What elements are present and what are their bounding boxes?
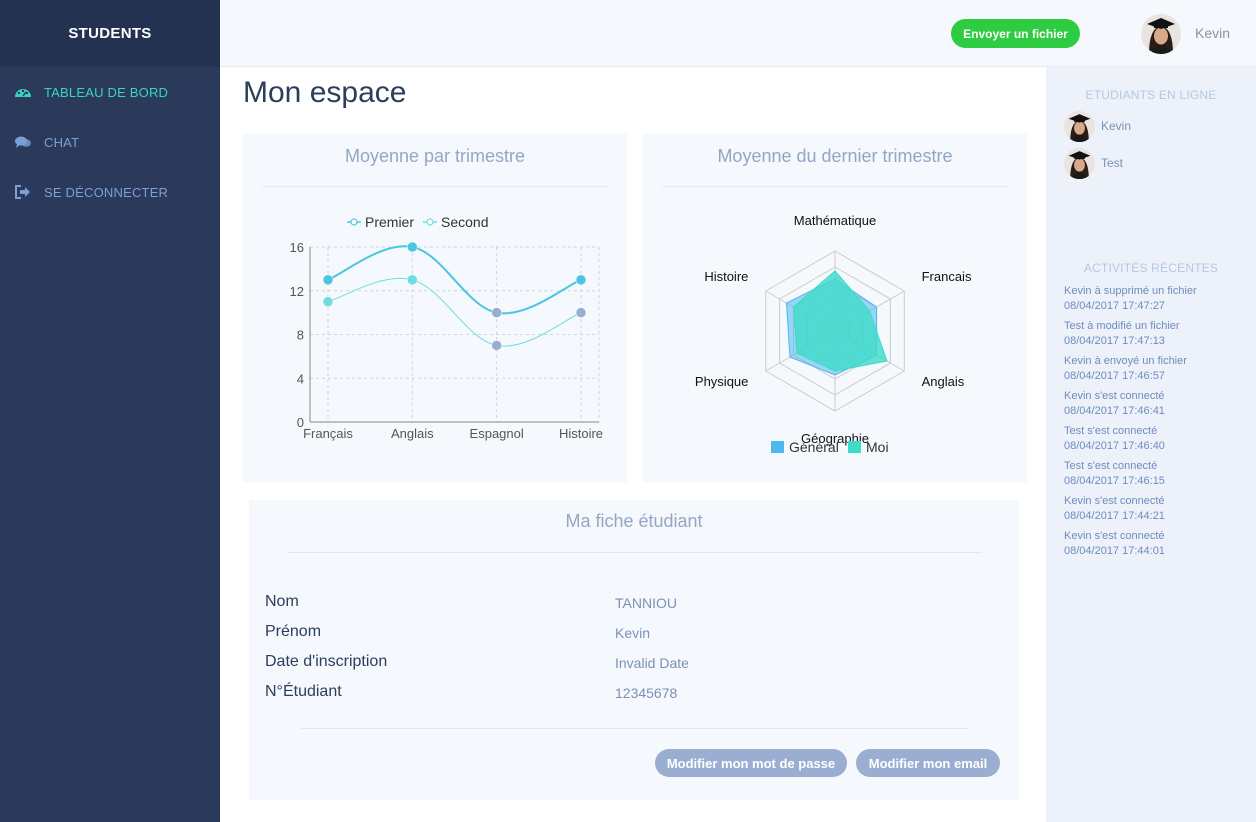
legend-marker (350, 218, 358, 226)
radar-axis-label: Anglais (922, 374, 965, 389)
change-password-button[interactable]: Modifier mon mot de passe (655, 749, 847, 777)
online-user[interactable]: Test (1064, 147, 1123, 179)
online-user-name: Test (1101, 156, 1124, 170)
legend-label: Moi (866, 439, 889, 455)
avatar[interactable] (1141, 14, 1181, 54)
divider (301, 728, 969, 729)
activity-text: Kevin s'est connecté (1064, 495, 1165, 507)
brand-logo: STUDENTS (0, 0, 220, 67)
change-email-button[interactable]: Modifier mon email (856, 749, 1000, 777)
activity-item: Test s'est connecté 08/04/2017 17:46:15 (1064, 459, 1249, 489)
divider (288, 552, 982, 553)
legend-label: Général (789, 439, 839, 455)
online-students-title: ETUDIANTS EN LIGNE (1085, 88, 1217, 102)
sidebar-item-dashboard[interactable]: TABLEAU DE BORD (0, 77, 220, 107)
logout-icon (14, 183, 32, 201)
user-name[interactable]: Kevin (1195, 25, 1230, 41)
activity-date: 08/04/2017 17:44:01 (1064, 545, 1165, 557)
data-point (322, 274, 334, 286)
chat-icon (14, 133, 32, 151)
series-line-premier (327, 245, 582, 315)
info-label-nom: Nom (265, 593, 299, 610)
sidebar-item-logout[interactable]: SE DÉCONNECTER (0, 177, 220, 207)
radar-chart: MathématiqueFrancaisAnglaisGéographiePhy… (695, 213, 972, 455)
online-user[interactable]: Kevin (1064, 110, 1131, 142)
x-tick-label: Histoire (559, 426, 603, 441)
sidebar-item-label: TABLEAU DE BORD (44, 84, 169, 100)
data-point (407, 274, 418, 286)
info-label-prenom: Prénom (265, 623, 322, 640)
activity-date: 08/04/2017 17:46:15 (1064, 475, 1165, 487)
radar-area-moi (792, 270, 888, 372)
legend-label: Second (441, 214, 488, 230)
info-label-student-number: N°Étudiant (265, 683, 342, 700)
line-chart: 0481216Français Anglais Espagnol HistoirePr… (290, 214, 604, 441)
activity-text: Test à modifié un fichier (1064, 320, 1180, 332)
info-value-prenom: Kevin (615, 625, 651, 641)
legend-label: Premier (365, 214, 414, 230)
activity-date: 08/04/2017 17:44:21 (1064, 510, 1165, 522)
topbar: Envoyer un fichier Kevin (220, 0, 1256, 67)
recent-activity-title: ACTIVITÉS RÉCENTES (1083, 261, 1219, 275)
legend-swatch (848, 441, 861, 453)
info-value-nom: TANNIOU (615, 595, 677, 611)
upload-file-button[interactable]: Envoyer un fichier (951, 19, 1080, 48)
data-point (322, 296, 334, 307)
x-tick-label: Anglais (391, 426, 434, 441)
data-point (575, 307, 587, 318)
activity-date: 08/04/2017 17:46:41 (1064, 405, 1165, 417)
y-tick-label: 8 (297, 328, 304, 343)
activity-date: 08/04/2017 17:46:40 (1064, 440, 1165, 452)
radar-axis-label: Francais (922, 269, 972, 284)
series-line-second (327, 277, 582, 347)
legend-swatch (771, 441, 784, 453)
activity-text: Test s'est connecté (1064, 460, 1158, 472)
activity-text: Kevin s'est connecté (1064, 530, 1165, 542)
radar-axis-label: Histoire (704, 269, 748, 284)
sidebar: STUDENTS TABLEAU DE BORD CHAT SE DÉCONNE… (0, 0, 220, 822)
y-tick-label: 16 (290, 240, 304, 255)
data-point (491, 340, 502, 351)
activity-item: Kevin s'est connecté 08/04/2017 17:46:41 (1064, 389, 1249, 419)
line-chart-card: Moyenne par trimestre 0 4 8 12 16 Français Ang… (243, 134, 627, 482)
activity-text: Kevin s'est connecté (1064, 390, 1165, 402)
activity-date: 08/04/2017 17:46:57 (1064, 370, 1165, 382)
activity-text: Kevin à envoyé un fichier (1064, 355, 1187, 367)
info-label-date: Date d'inscription (265, 653, 388, 670)
sidebar-item-label: SE DÉCONNECTER (44, 184, 169, 200)
data-point (575, 274, 587, 286)
page-title: Mon espace (243, 76, 407, 109)
radar-chart-card: Moyenne du dernier trimestre Mathématiqu… (643, 134, 1027, 482)
data-point (491, 307, 502, 318)
radar-axis-label: Physique (695, 374, 748, 389)
activity-item: Test à modifié un fichier 08/04/2017 17:4… (1064, 319, 1249, 349)
x-tick-label: Français (303, 426, 353, 441)
activity-text: Test s'est connecté (1064, 425, 1158, 437)
card-title: Ma fiche étudiant (565, 511, 703, 531)
sidebar-item-label: CHAT (44, 134, 80, 150)
avatar (1064, 147, 1095, 179)
y-tick-label: 4 (297, 371, 304, 386)
activity-item: Kevin à supprimé un fichier 08/04/2017 17… (1064, 284, 1249, 314)
radar-axis-label: Mathématique (794, 213, 876, 228)
legend-marker (426, 218, 434, 226)
right-panel: ETUDIANTS EN LIGNE Kevin Test ACTIVITÉS … (1046, 67, 1256, 822)
data-point (407, 241, 418, 253)
activity-text: Kevin à supprimé un fichier (1064, 285, 1197, 297)
activity-date: 08/04/2017 17:47:27 (1064, 300, 1165, 312)
info-value-student-number: 12345678 (615, 685, 678, 701)
sidebar-item-chat[interactable]: CHAT (0, 127, 220, 157)
y-tick-label: 12 (290, 284, 304, 299)
activity-date: 08/04/2017 17:47:13 (1064, 335, 1165, 347)
avatar (1064, 110, 1095, 142)
x-tick-label: Espagnol (470, 426, 524, 441)
activity-item: Test s'est connecté 08/04/2017 17:46:40 (1064, 424, 1249, 454)
activity-item: Kevin s'est connecté 08/04/2017 17:44:01 (1064, 529, 1249, 559)
activity-item: Kevin s'est connecté 08/04/2017 17:44:21 (1064, 494, 1249, 524)
activity-item: Kevin à envoyé un fichier 08/04/2017 17:4… (1064, 354, 1249, 384)
info-value-date: Invalid Date (615, 655, 689, 671)
dashboard-icon (14, 83, 32, 101)
student-sheet-card: Ma fiche étudiant Nom TANNIOU Prénom Kev… (249, 500, 1019, 800)
online-user-name: Kevin (1101, 119, 1132, 133)
